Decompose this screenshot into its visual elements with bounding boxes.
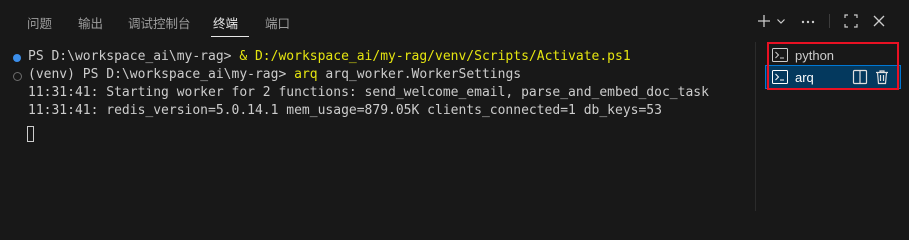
- active-tab-indicator: [211, 36, 249, 37]
- command: & D:/workspace_ai/my-rag/venv/Scripts/Ac…: [239, 49, 631, 64]
- command-decoration-running[interactable]: [13, 72, 22, 81]
- panel-tab-bar: 问题 输出 调试控制台 终端 端口: [0, 0, 909, 40]
- terminal-icon: [772, 48, 788, 62]
- trash-icon: [876, 70, 888, 85]
- terminal-tab-python[interactable]: python: [766, 44, 900, 66]
- tab-debug-console[interactable]: 调试控制台: [128, 13, 191, 32]
- tab-ports[interactable]: 端口: [265, 13, 290, 32]
- split-terminal-button[interactable]: [852, 69, 868, 85]
- close-icon: [873, 15, 885, 27]
- more-actions-button[interactable]: [799, 11, 817, 31]
- terminal-icon: [772, 70, 788, 84]
- prompt: PS D:\workspace_ai\my-rag>: [82, 67, 295, 82]
- new-terminal-button[interactable]: [755, 11, 773, 31]
- command: arq: [294, 67, 318, 82]
- terminal-tabs-list: python arq: [755, 42, 909, 211]
- tab-problems[interactable]: 问题: [27, 13, 52, 32]
- command-args: arq_worker.WorkerSettings: [317, 67, 522, 82]
- toolbar-separator: [829, 14, 830, 28]
- tab-terminal[interactable]: 终端: [213, 13, 238, 32]
- split-icon: [852, 69, 868, 85]
- command-decoration-success[interactable]: [13, 54, 21, 62]
- terminal-line-1: PS D:\workspace_ai\my-rag> & D:/workspac…: [28, 48, 631, 66]
- close-panel-button[interactable]: [870, 11, 888, 31]
- kill-terminal-button[interactable]: [874, 69, 890, 85]
- maximize-icon: [844, 14, 858, 28]
- venv-indicator: (venv): [28, 67, 83, 82]
- prompt: PS D:\workspace_ai\my-rag>: [28, 49, 240, 64]
- terminal-tab-arq[interactable]: arq: [765, 65, 901, 89]
- terminal-tab-label: arq: [795, 69, 814, 85]
- ellipsis-icon: [801, 20, 815, 24]
- tab-output[interactable]: 输出: [78, 13, 103, 32]
- terminal-tab-label: python: [795, 47, 835, 63]
- chevron-down-icon: [777, 19, 785, 24]
- terminal-line-3: 11:31:41: Starting worker for 2 function…: [28, 85, 709, 100]
- terminal-line-4: 11:31:41: redis_version=5.0.14.1 mem_usa…: [28, 103, 662, 118]
- maximize-panel-button[interactable]: [842, 11, 860, 31]
- terminal-line-2: (venv) PS D:\workspace_ai\my-rag> arq ar…: [28, 66, 521, 84]
- plus-icon: [758, 15, 770, 27]
- terminal-cursor: [27, 126, 34, 142]
- terminal-output[interactable]: PS D:\workspace_ai\my-rag> & D:/workspac…: [0, 42, 752, 211]
- terminal-profile-dropdown[interactable]: [774, 11, 788, 31]
